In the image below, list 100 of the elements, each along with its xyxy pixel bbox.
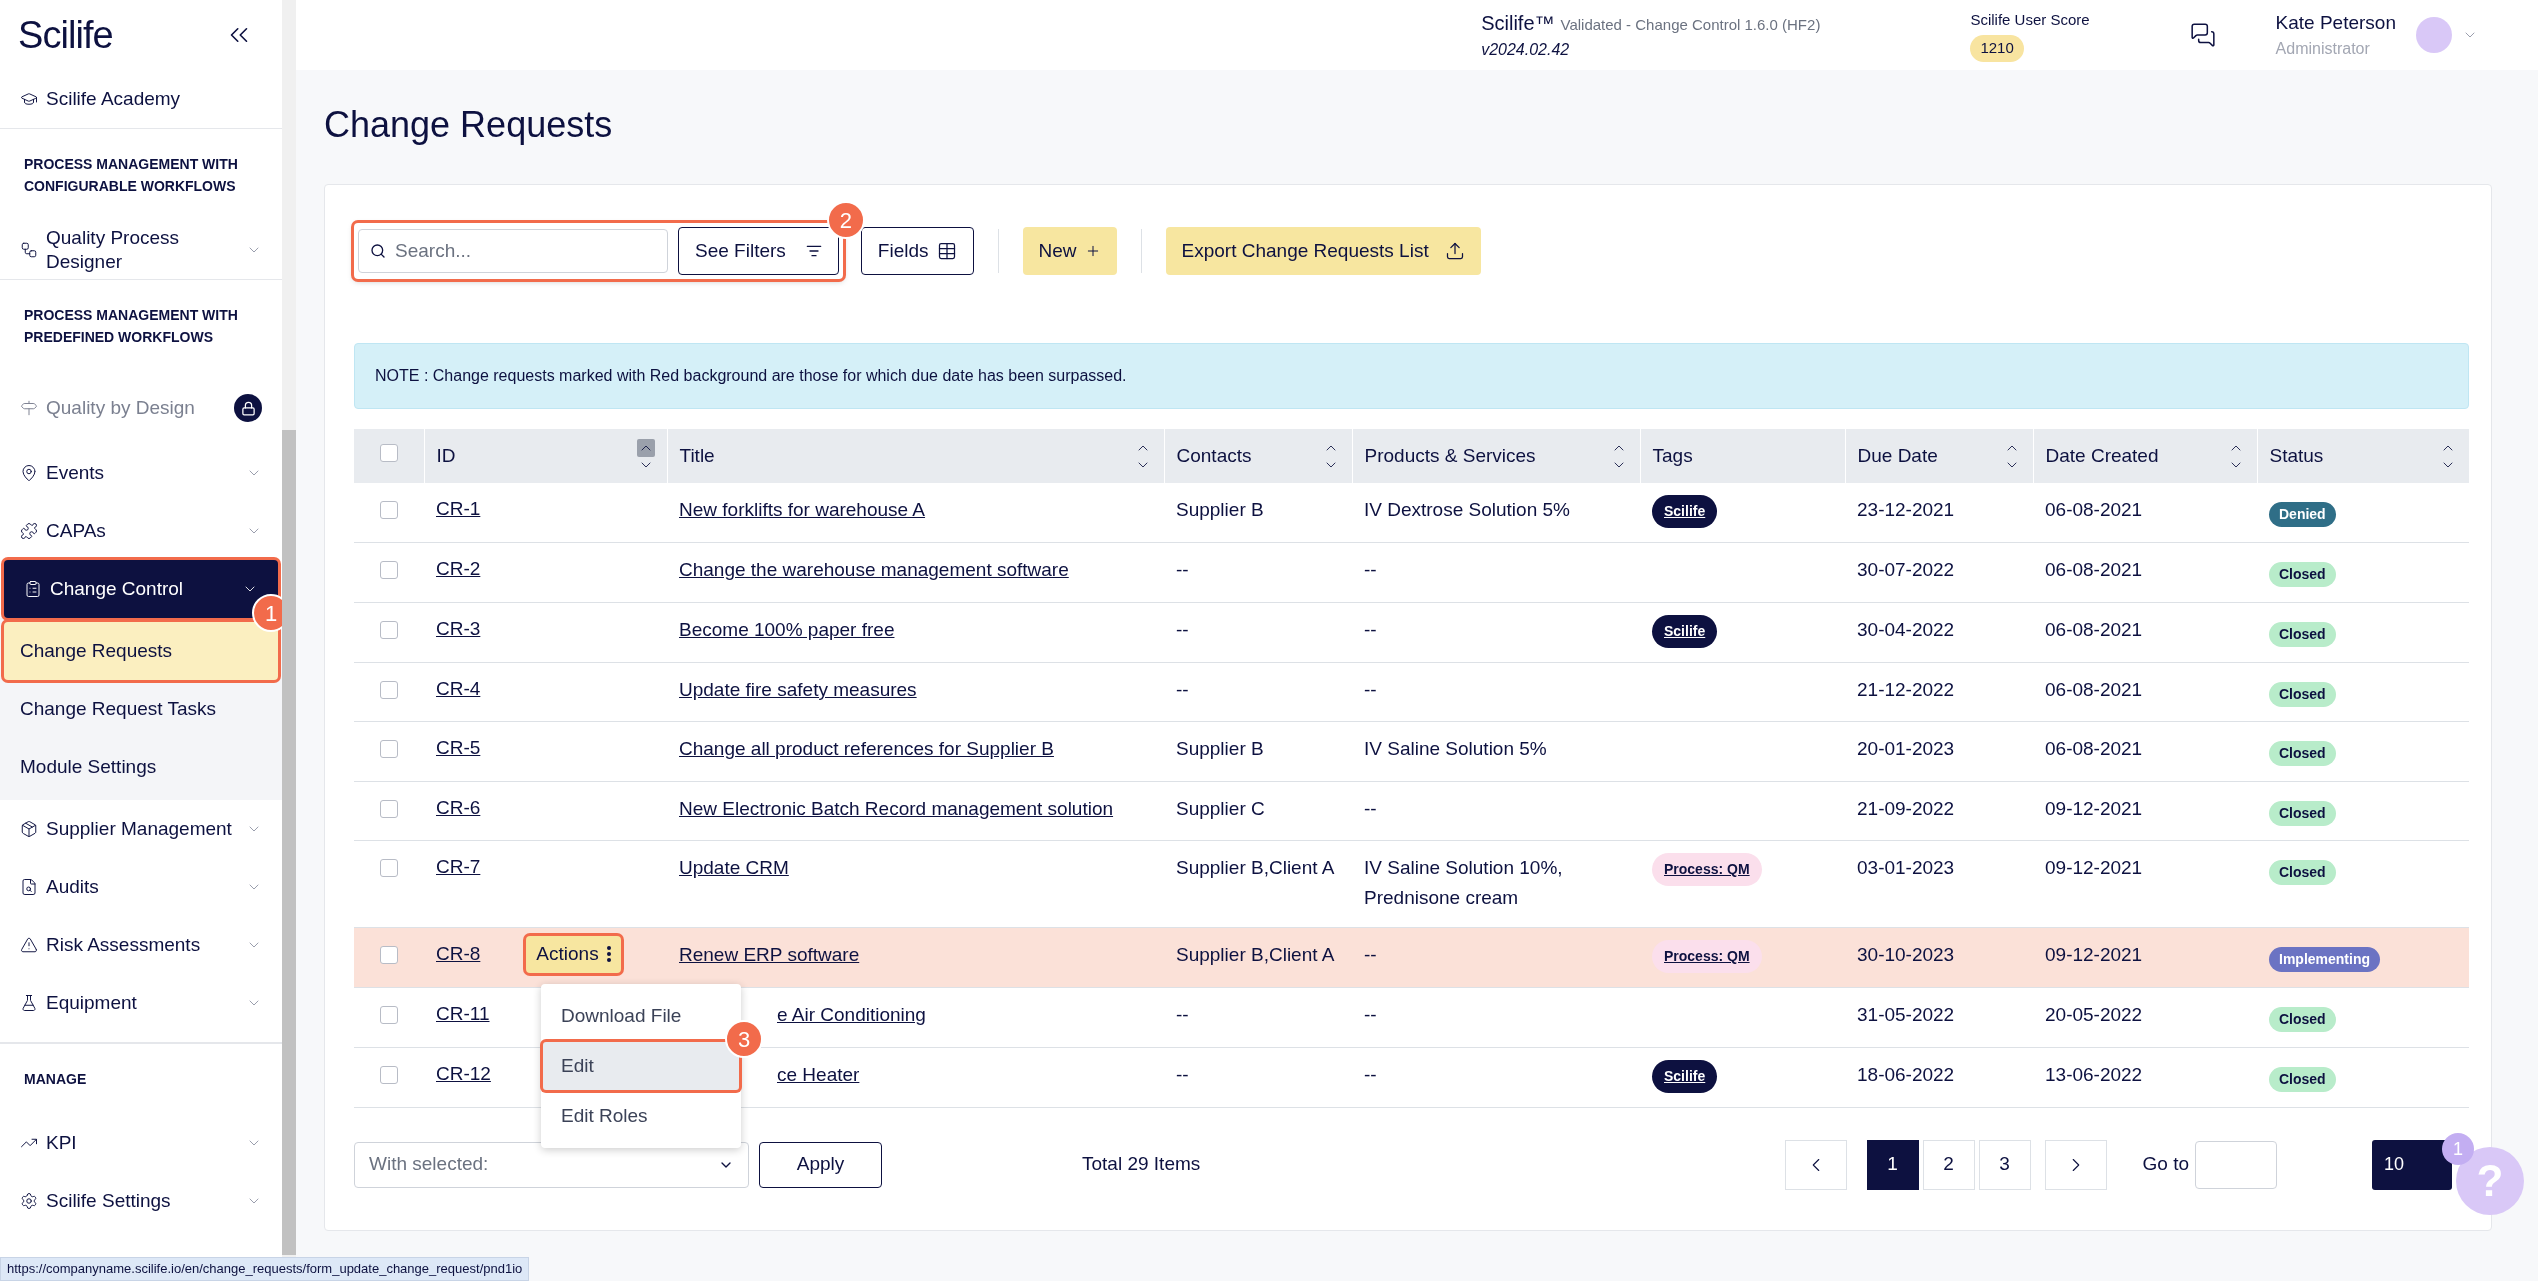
checkbox[interactable]	[380, 561, 398, 579]
column-header[interactable]: Tags	[1652, 441, 1693, 471]
request-id-link[interactable]: CR-2	[436, 555, 481, 584]
tag[interactable]: Process: QM	[1652, 940, 1762, 973]
page-size-button[interactable]: 10	[2372, 1139, 2452, 1190]
request-id-link[interactable]: CR-6	[436, 793, 481, 822]
checkbox[interactable]	[380, 946, 398, 964]
column-header[interactable]: Title	[679, 441, 715, 471]
submenu-item[interactable]: Change Request Tasks	[4, 680, 278, 738]
status-url: https://companyname.scilife.io/en/change_requests/form_update_change_request/pnd1io	[0, 1257, 530, 1281]
checkbox[interactable]	[380, 740, 398, 758]
products-text: IV Dextrose Solution 5%	[1364, 499, 1570, 520]
page-button[interactable]: 3	[1978, 1139, 2031, 1190]
checkbox[interactable]	[379, 443, 398, 462]
request-id-link[interactable]: CR-11	[436, 1000, 490, 1029]
puzzle-icon	[20, 522, 38, 540]
bulk-action-select[interactable]: With selected:	[354, 1141, 749, 1188]
request-title-link[interactable]: Update CRM	[679, 857, 789, 878]
contacts-text: --	[1176, 678, 1189, 700]
sidebar-item[interactable]: Quality by Design	[0, 372, 282, 444]
scrollbar-thumb[interactable]	[282, 430, 296, 1255]
sidebar-item[interactable]: Equipment	[0, 974, 282, 1032]
checkbox[interactable]	[380, 859, 398, 877]
filter-icon	[805, 243, 822, 259]
request-title-link[interactable]: Change the warehouse management software	[679, 559, 1069, 580]
request-id-link[interactable]: CR-7	[436, 853, 481, 882]
due-date: 21-12-2022	[1857, 678, 1955, 700]
page-button[interactable]: 2	[1922, 1139, 1975, 1190]
contacts-text: --	[1176, 1004, 1189, 1025]
sidebar-item[interactable]: KPI	[0, 1114, 282, 1172]
sidebar-item[interactable]: Risk Assessments	[0, 916, 282, 974]
checkbox[interactable]	[380, 1006, 398, 1024]
sidebar-item[interactable]: Scilife Settings	[0, 1172, 282, 1230]
column-header[interactable]: Date Created	[2045, 441, 2159, 471]
export-button[interactable]: Export Change Requests List	[1165, 227, 1481, 275]
avatar[interactable]	[2416, 17, 2452, 53]
apply-button[interactable]: Apply	[759, 1141, 882, 1188]
checkbox[interactable]	[380, 799, 398, 818]
sidebar-item[interactable]: Supplier Management	[0, 800, 282, 858]
request-title-link[interactable]: Renew ERP software	[679, 944, 860, 965]
submenu-item[interactable]: Change Requests	[4, 622, 278, 680]
tag[interactable]: Scilife	[1652, 614, 1718, 648]
sidebar-item[interactable]: CAPAs	[0, 502, 282, 560]
logo[interactable]: Scilife	[18, 6, 113, 64]
go-to-label: Go to	[2142, 1152, 2189, 1177]
request-title-link[interactable]: e Air Conditioning	[777, 1004, 926, 1025]
request-id-link[interactable]: CR-4	[436, 674, 481, 703]
status-badge: Closed	[2269, 860, 2336, 885]
sidebar-item[interactable]: Scilife Academy	[0, 70, 282, 128]
section-heading: MANAGE	[24, 1070, 88, 1089]
submenu-item[interactable]: Module Settings	[4, 738, 278, 796]
checkbox[interactable]	[380, 680, 398, 699]
tag[interactable]: Process: QM	[1652, 853, 1762, 886]
sidebar-item[interactable]: Audits	[0, 858, 282, 916]
document-search-icon	[20, 878, 38, 896]
actions-button[interactable]: Actions	[526, 936, 621, 973]
note-banner: NOTE : Change requests marked with Red background are those for which due date has been surpassed.	[354, 343, 2469, 409]
request-title-link[interactable]: New forklifts for warehouse A	[679, 499, 926, 520]
checkbox[interactable]	[380, 1065, 398, 1084]
menu-item[interactable]: Edit	[543, 1042, 739, 1090]
request-id-link[interactable]: CR-3	[436, 614, 481, 643]
page-number-field[interactable]	[2195, 1140, 2277, 1189]
fields-button[interactable]: Fields	[860, 227, 974, 275]
workflow-icon	[20, 241, 38, 259]
column-header[interactable]: Due Date	[1857, 441, 1938, 471]
see-filters-button[interactable]: See Filters	[678, 227, 839, 275]
search-field[interactable]: Search...	[358, 229, 668, 273]
clipboard-icon	[24, 580, 42, 598]
column-header[interactable]: Status	[2269, 441, 2324, 471]
request-id-link[interactable]: CR-12	[436, 1059, 491, 1088]
products-text: --	[1364, 1004, 1377, 1025]
request-title-link[interactable]: Update fire safety measures	[679, 678, 917, 700]
request-id-link[interactable]: CR-1	[436, 495, 481, 524]
status-badge: Closed	[2269, 1066, 2336, 1092]
new-button[interactable]: New	[1022, 227, 1117, 275]
request-title-link[interactable]: New Electronic Batch Record management solution	[679, 797, 1114, 819]
sidebar-item[interactable]: Events	[0, 444, 282, 502]
request-id-link[interactable]: CR-5	[436, 734, 481, 763]
request-title-link[interactable]: ce Heater	[777, 1063, 860, 1085]
created-date: 06-08-2021	[2045, 499, 2143, 520]
checkbox[interactable]	[380, 501, 398, 519]
request-title-link[interactable]: Become 100% paper free	[679, 618, 895, 640]
column-header[interactable]: ID	[436, 441, 456, 471]
menu-item[interactable]: Edit Roles	[543, 1092, 739, 1140]
created-date: 13-06-2022	[2045, 1063, 2143, 1085]
sidebar-item[interactable]: Quality Process Designer	[0, 221, 282, 279]
checkbox[interactable]	[380, 620, 398, 639]
tag[interactable]: Scilife	[1652, 1059, 1718, 1093]
due-date: 30-07-2022	[1857, 559, 1955, 580]
products-text: --	[1364, 618, 1377, 640]
score-badge: 1210	[1970, 35, 2024, 62]
column-header[interactable]: Products & Services	[1364, 441, 1536, 471]
column-header[interactable]: Contacts	[1176, 441, 1252, 471]
status-badge: Closed	[2269, 681, 2336, 707]
request-title-link[interactable]: Change all product references for Supplier B	[679, 738, 1054, 759]
tag[interactable]: Scilife	[1652, 495, 1718, 528]
chat-icon[interactable]	[2189, 22, 2216, 48]
request-id-link[interactable]: CR-8	[436, 940, 481, 969]
page-button[interactable]: 1	[1866, 1139, 1919, 1190]
more-vertical-icon	[606, 946, 611, 963]
